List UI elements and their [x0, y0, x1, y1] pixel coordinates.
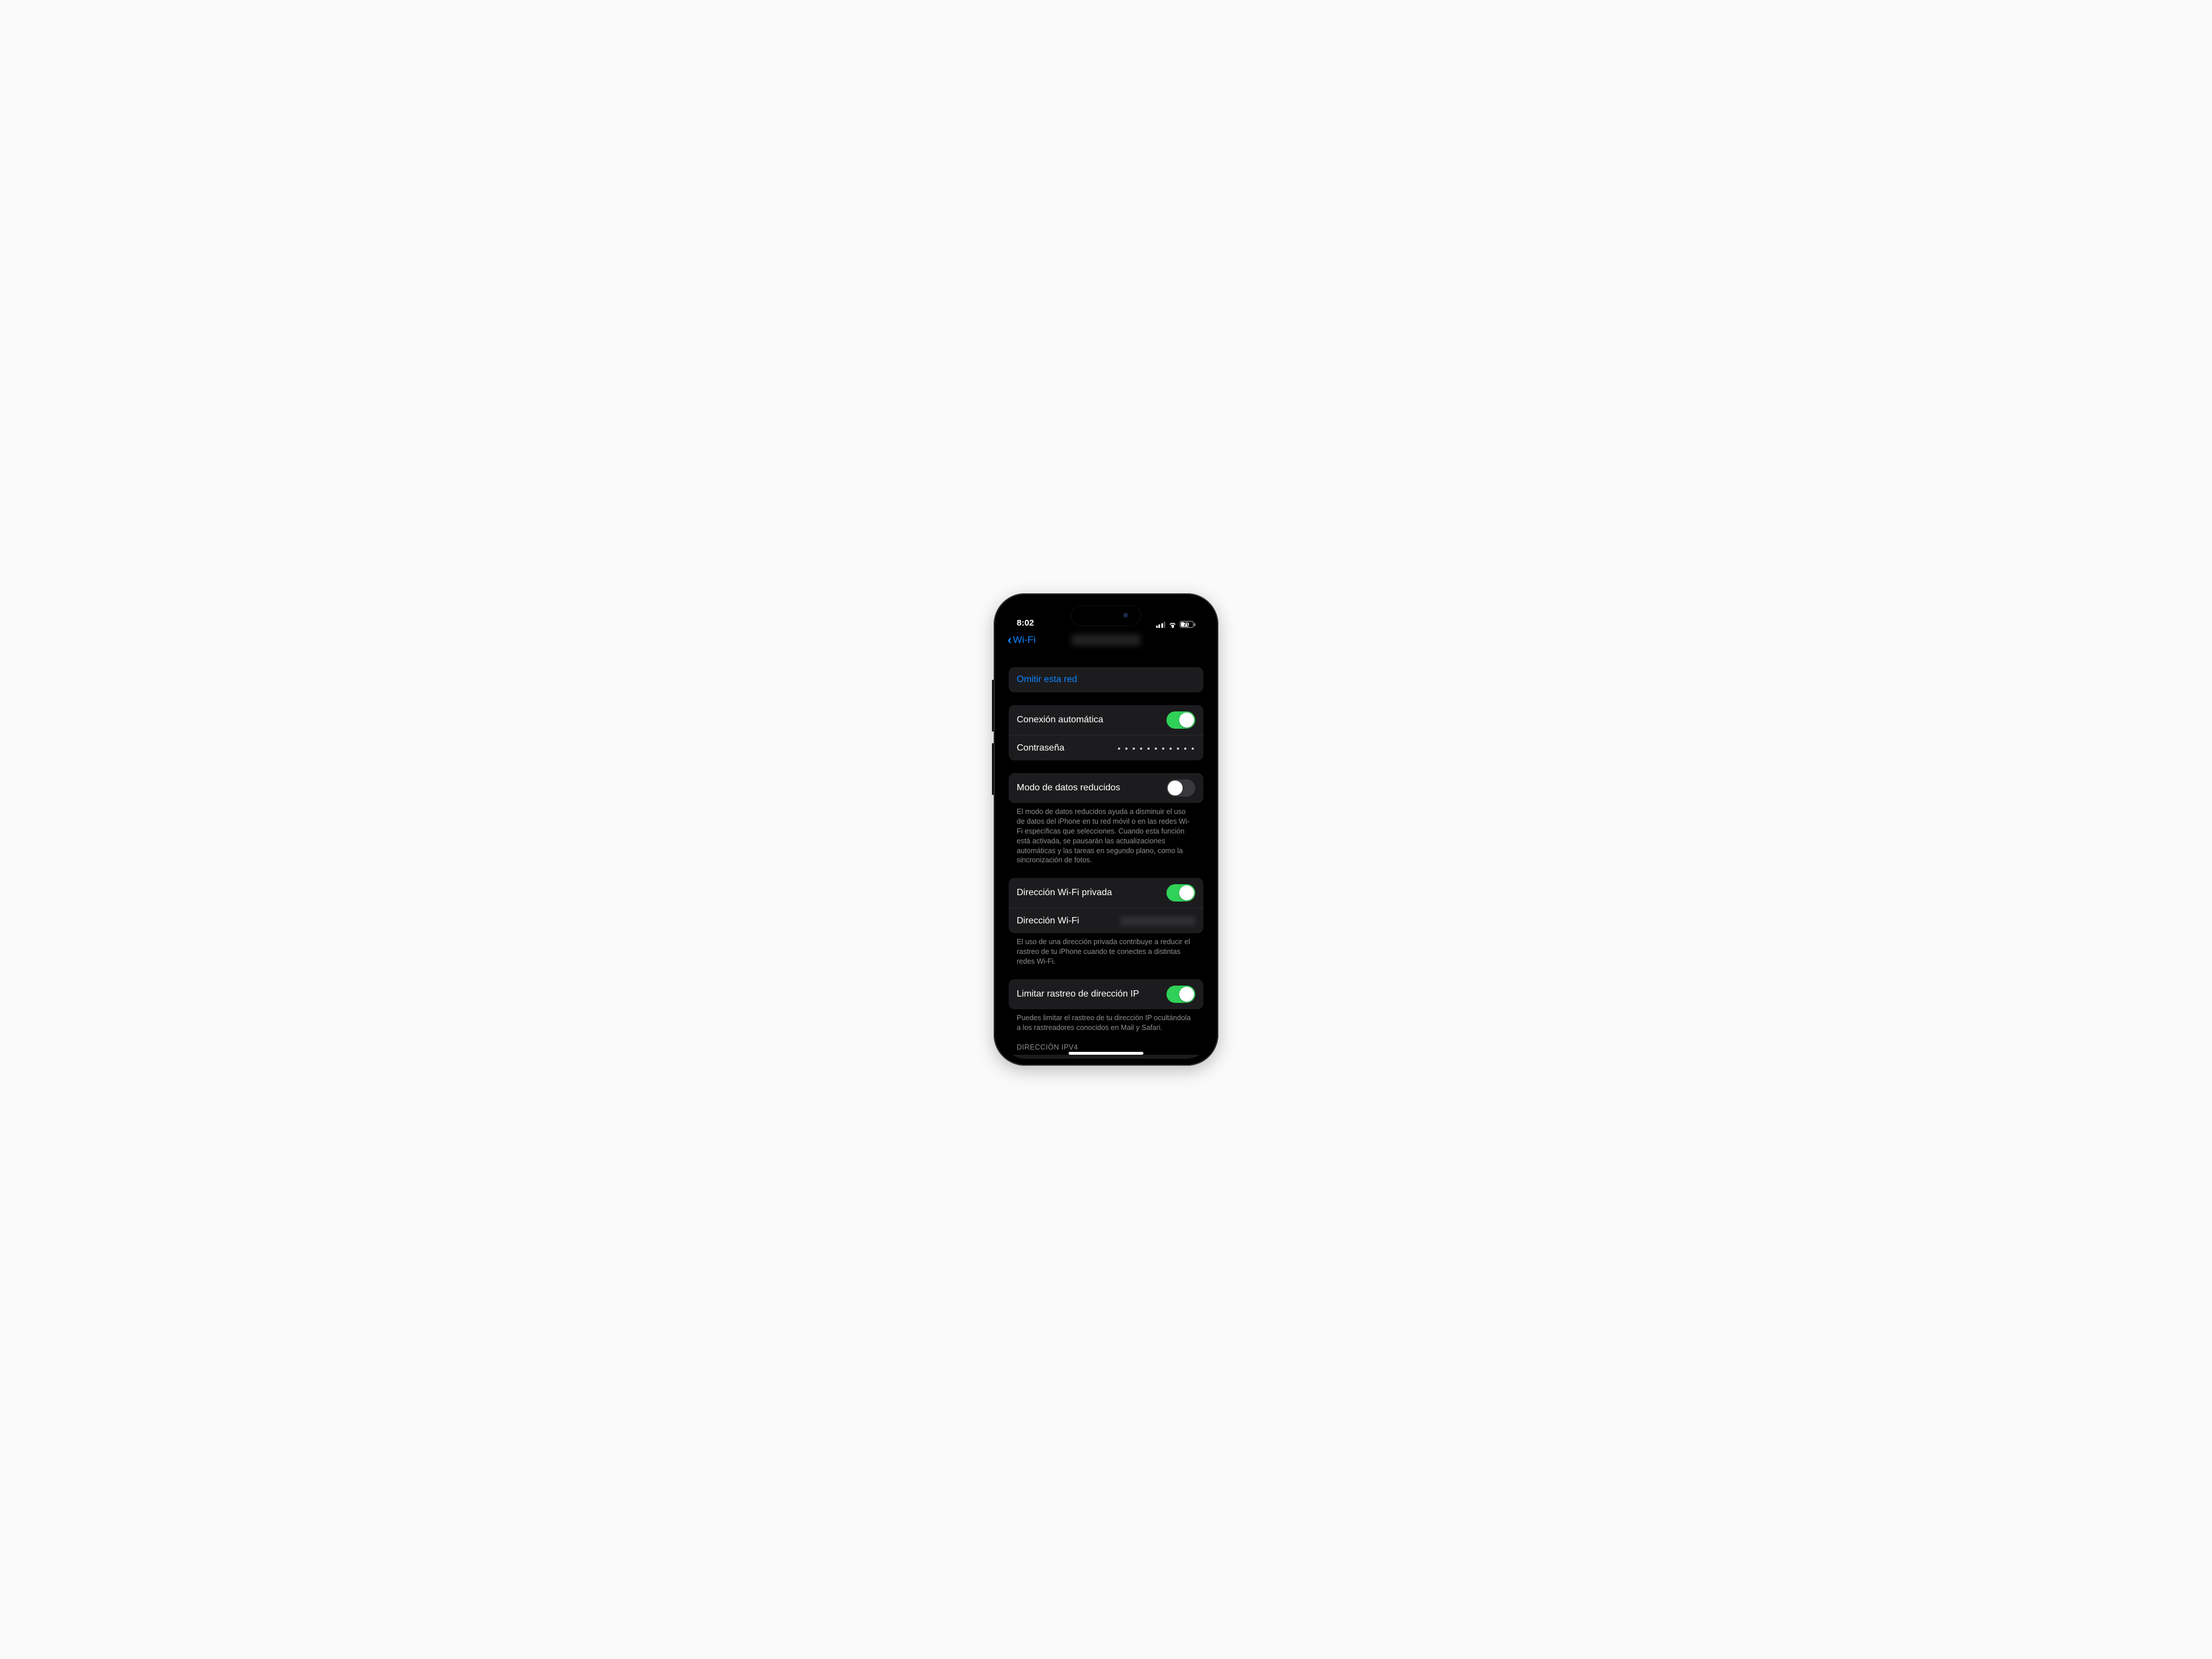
- auto-join-label: Conexión automática: [1017, 715, 1103, 725]
- chevron-left-icon: ‹: [1007, 634, 1012, 646]
- private-addr-row: Dirección Wi-Fi privada: [1009, 878, 1203, 908]
- password-row[interactable]: Contraseña • • • • • • • • • • •: [1009, 735, 1203, 760]
- configure-ip-row[interactable]: Configurar IP Automático ›: [1009, 1055, 1203, 1059]
- low-data-row: Modo de datos reducidos: [1009, 773, 1203, 803]
- screen: 8:02 70 ‹ Wi-Fi: [1001, 600, 1211, 1059]
- status-right: 70: [1156, 621, 1196, 628]
- limit-tracking-label: Limitar rastreo de dirección IP: [1017, 989, 1139, 999]
- auto-join-toggle[interactable]: [1166, 711, 1195, 729]
- phone-frame: 8:02 70 ‹ Wi-Fi: [994, 593, 1218, 1066]
- private-addr-toggle[interactable]: [1166, 884, 1195, 902]
- back-button[interactable]: ‹ Wi-Fi: [1007, 634, 1036, 646]
- status-time: 8:02: [1017, 618, 1034, 628]
- home-indicator[interactable]: [1069, 1052, 1143, 1055]
- back-label: Wi-Fi: [1013, 634, 1036, 646]
- forget-network-button[interactable]: Omitir esta red: [1009, 667, 1203, 692]
- low-data-toggle[interactable]: [1166, 779, 1195, 797]
- nav-bar: ‹ Wi-Fi: [1001, 630, 1211, 651]
- wifi-icon: [1168, 622, 1177, 628]
- status-bar: 8:02 70: [1001, 600, 1211, 630]
- page-title-redacted: [1071, 634, 1141, 646]
- auto-join-row: Conexión automática: [1009, 705, 1203, 735]
- settings-content[interactable]: Omitir esta red Conexión automática Cont…: [1001, 651, 1211, 1059]
- limit-tracking-toggle[interactable]: [1166, 986, 1195, 1003]
- private-addr-label: Dirección Wi-Fi privada: [1017, 888, 1112, 898]
- low-data-footer: El modo de datos reducidos ayuda a dismi…: [1009, 803, 1203, 865]
- wifi-addr-label: Dirección Wi-Fi: [1017, 916, 1079, 926]
- password-label: Contraseña: [1017, 743, 1065, 753]
- cellular-icon: [1156, 622, 1166, 628]
- password-mask: • • • • • • • • • • •: [1118, 744, 1195, 753]
- low-data-label: Modo de datos reducidos: [1017, 783, 1120, 793]
- limit-tracking-row: Limitar rastreo de dirección IP: [1009, 979, 1203, 1009]
- wifi-addr-redacted: [1120, 916, 1195, 926]
- wifi-addr-row[interactable]: Dirección Wi-Fi: [1009, 908, 1203, 933]
- battery-icon: 70: [1180, 621, 1195, 628]
- private-addr-footer: El uso de una dirección privada contribu…: [1009, 933, 1203, 967]
- limit-tracking-footer: Puedes limitar el rastreo de tu direcció…: [1009, 1009, 1203, 1033]
